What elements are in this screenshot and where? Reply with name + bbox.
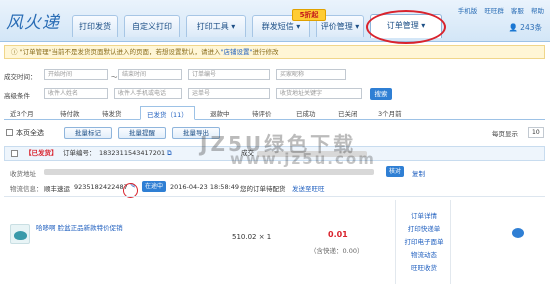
- wangwang-chat-icon[interactable]: [512, 228, 524, 238]
- quota-text: 243条: [520, 23, 542, 32]
- address-keyword-input[interactable]: 收货地址关键字: [276, 88, 362, 99]
- tab-pending-payment[interactable]: 待付款: [60, 108, 80, 118]
- print-waybill-link[interactable]: 打印快递单: [404, 223, 444, 236]
- waybill-number-input[interactable]: 运单号: [188, 88, 270, 99]
- per-page-label: 每页显示: [492, 130, 518, 138]
- status-tab-bar: 近3个月 待付款 待发货 已发货（11） 退款中 待评价 已成功 已关闭 3个月…: [4, 106, 545, 120]
- highlight-annotation: [366, 10, 446, 44]
- mobile-link[interactable]: 手机版: [458, 7, 478, 15]
- order-status-tag: 【已发货】: [25, 149, 58, 157]
- logistics-label: 物流信息：: [10, 185, 43, 193]
- service-link[interactable]: 客服: [511, 7, 524, 15]
- verify-address-button[interactable]: 核对: [386, 166, 404, 177]
- notice-bar: ⓘ "订单管理"当前不是发货页面默认进入的页面，若想设置默认，请进入"店铺设置"…: [4, 45, 545, 59]
- logistics-number: 9235182422487: [74, 183, 128, 191]
- wangwang-group-link[interactable]: 旺旺群: [484, 7, 504, 15]
- logistics-tracking-link[interactable]: 物流动态: [404, 249, 444, 262]
- search-button[interactable]: 搜索: [370, 88, 392, 100]
- recipient-name-input[interactable]: 收件人姓名: [44, 88, 108, 99]
- order-detail-link[interactable]: 订单详情: [404, 210, 444, 223]
- order-number-value: 1832311543417201: [99, 149, 166, 157]
- notice-text: "订单管理"当前不是发货页面默认进入的页面，若想设置默认，请进入: [19, 48, 221, 56]
- address-redacted: [44, 169, 374, 175]
- notice-suffix: 进行修改: [252, 48, 279, 56]
- watermark-url: www.jz5u.com: [230, 150, 376, 168]
- wangwang-receipt-link[interactable]: 旺旺收货: [404, 262, 444, 275]
- send-to-wangwang-link[interactable]: 发送至旺旺: [292, 183, 325, 193]
- logistics-time: 2016-04-23 18:58:49: [170, 183, 240, 191]
- per-page-select[interactable]: 10: [528, 127, 544, 138]
- shop-settings-link[interactable]: "店铺设置": [221, 48, 253, 56]
- tab-print-ship[interactable]: 打印发货: [72, 15, 118, 37]
- logistics-message: 您的订单待配货: [240, 185, 286, 193]
- print-e-waybill-link[interactable]: 打印电子面单: [404, 236, 444, 249]
- end-time-input[interactable]: 结束时间: [118, 69, 182, 80]
- item-price-qty: 510.02 × 1: [232, 233, 272, 241]
- user-icon: 👤: [508, 23, 518, 32]
- user-quota[interactable]: 👤 243条: [508, 22, 542, 33]
- in-transit-badge[interactable]: 在途中: [142, 181, 166, 192]
- tab-pending-shipment[interactable]: 待发货: [102, 108, 122, 118]
- tab-completed[interactable]: 已成功: [296, 108, 316, 118]
- tab-closed[interactable]: 已关闭: [338, 108, 358, 118]
- range-separator: ～: [111, 73, 118, 81]
- order-item-area: [4, 196, 545, 284]
- address-label: 收货地址: [10, 170, 36, 178]
- copy-icon[interactable]: ⧉: [167, 147, 172, 160]
- select-all-checkbox[interactable]: [6, 129, 13, 136]
- info-icon: ⓘ: [11, 48, 18, 56]
- product-title-link[interactable]: 哈哆啊 脸盆正品新款特价促销: [36, 222, 123, 232]
- promo-badge[interactable]: 5折起: [292, 9, 326, 21]
- order-number-input[interactable]: 订单编号: [188, 69, 270, 80]
- order-side-links: 订单详情 打印快递单 打印电子面单 物流动态 旺旺收货: [404, 210, 444, 275]
- column-divider: [450, 200, 451, 284]
- tab-older-than-3-months[interactable]: 3个月前: [378, 108, 402, 118]
- tab-shipped[interactable]: 已发货（11）: [140, 106, 195, 120]
- select-all-label: 本页全选: [16, 129, 44, 137]
- start-time-input[interactable]: 开始时间: [44, 69, 108, 80]
- copy-address-link[interactable]: 复制: [412, 168, 425, 178]
- product-thumbnail[interactable]: [10, 224, 30, 244]
- tab-pending-review[interactable]: 待评价: [252, 108, 272, 118]
- order-checkbox[interactable]: [11, 150, 18, 157]
- tab-last-3-months[interactable]: 近3个月: [10, 108, 34, 118]
- buyer-nick-input[interactable]: 买家昵称: [276, 69, 346, 80]
- tab-custom-print[interactable]: 自定义打印: [124, 15, 180, 37]
- order-total: 0.01: [328, 230, 348, 239]
- top-links: 手机版 旺旺群 客服 帮助: [453, 5, 544, 15]
- logistics-company: 顺丰速运: [44, 185, 70, 193]
- order-number-label: 订单编号：: [63, 149, 96, 157]
- tab-print-tools[interactable]: 打印工具 ▾: [186, 15, 246, 37]
- tab-refunding[interactable]: 退款中: [210, 108, 230, 118]
- basin-image: [14, 231, 27, 240]
- column-divider: [395, 200, 396, 284]
- batch-reminder-button[interactable]: 批量提醒: [118, 127, 166, 139]
- help-link[interactable]: 帮助: [531, 7, 544, 15]
- top-navigation-bar: 风火递 打印发货 自定义打印 打印工具 ▾ 群发短信 ▾ 评价管理 ▾ 订单管理…: [0, 0, 550, 44]
- search-label-time: 成交时间：: [4, 73, 37, 81]
- batch-mark-button[interactable]: 批量标记: [64, 127, 112, 139]
- app-logo: 风火递: [6, 13, 60, 33]
- recipient-phone-input[interactable]: 收件人手机或电话: [114, 88, 182, 99]
- search-label-advanced: 高级条件: [4, 92, 30, 100]
- shipping-fee: （含快递：0.00）: [310, 247, 364, 255]
